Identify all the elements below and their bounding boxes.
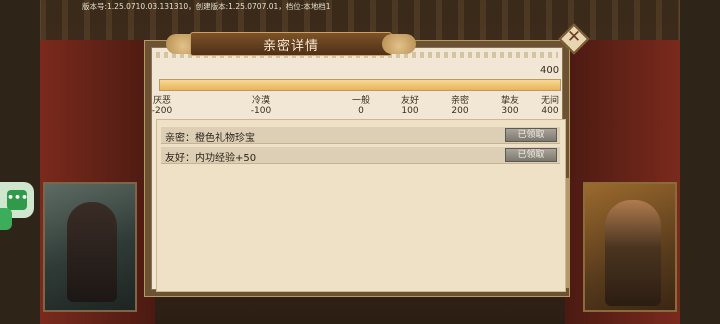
tier-value: 0 — [358, 106, 364, 116]
close-icon: ✕ — [566, 27, 582, 47]
list-scrollbar[interactable] — [566, 178, 569, 288]
floating-side-tab[interactable] — [0, 208, 12, 230]
tier-inseparable: 无间 400 — [530, 96, 570, 116]
close-button[interactable]: ✕ — [558, 23, 590, 55]
character-figure-right — [605, 200, 661, 306]
tier-value: 100 — [401, 106, 419, 116]
progress-fill — [160, 80, 560, 90]
reward-row: 亲密：橙色礼物珍宝 已领取 — [161, 127, 560, 144]
reward-label: 友好：内功经验+50 — [165, 153, 257, 164]
reward-list[interactable]: 亲密：橙色礼物珍宝 已领取 友好：内功经验+50 已领取 — [156, 119, 566, 292]
character-portrait-right[interactable] — [583, 182, 677, 312]
tier-value: 400 — [541, 106, 559, 116]
tier-hate: 厌恶 -200 — [142, 96, 182, 116]
dialog-title-plate: 亲密详情 — [166, 32, 416, 58]
version-info: 版本号:1.25.0710.03.131310，创建版本:1.25.0707.0… — [82, 2, 331, 11]
reward-row: 友好：内功经验+50 已领取 — [161, 147, 560, 164]
tier-name: 一般 — [351, 96, 370, 106]
tier-value: 200 — [451, 106, 469, 116]
tier-bestfriend: 挚友 300 — [490, 96, 530, 116]
left-border-panel — [0, 0, 41, 324]
tier-name: 亲密 — [450, 96, 469, 106]
tier-name: 友好 — [400, 96, 419, 106]
claimed-button[interactable]: 已领取 — [505, 128, 557, 142]
chat-bubble-icon: ••• — [7, 190, 28, 210]
character-portrait-left[interactable] — [43, 182, 137, 312]
tier-name: 厌恶 — [152, 96, 171, 106]
right-border-panel — [679, 0, 720, 324]
claimed-button[interactable]: 已领取 — [505, 148, 557, 162]
tier-value: -100 — [250, 106, 272, 116]
tier-normal: 一般 0 — [341, 96, 381, 116]
tier-name: 无间 — [540, 96, 559, 106]
dialog-title: 亲密详情 — [262, 39, 319, 54]
progress-max-value: 400 — [540, 65, 560, 76]
tier-cold: 冷漠 -100 — [241, 96, 281, 116]
tier-value: 300 — [501, 106, 519, 116]
character-figure-left — [67, 202, 117, 302]
tier-intimate: 亲密 200 — [440, 96, 480, 116]
tier-name: 冷漠 — [251, 96, 270, 106]
tier-name: 挚友 — [500, 96, 519, 106]
tier-value: -200 — [151, 106, 173, 116]
intimacy-progress-bar — [159, 79, 561, 91]
tier-friendly: 友好 100 — [390, 96, 430, 116]
reward-label: 亲密：橙色礼物珍宝 — [165, 133, 255, 144]
